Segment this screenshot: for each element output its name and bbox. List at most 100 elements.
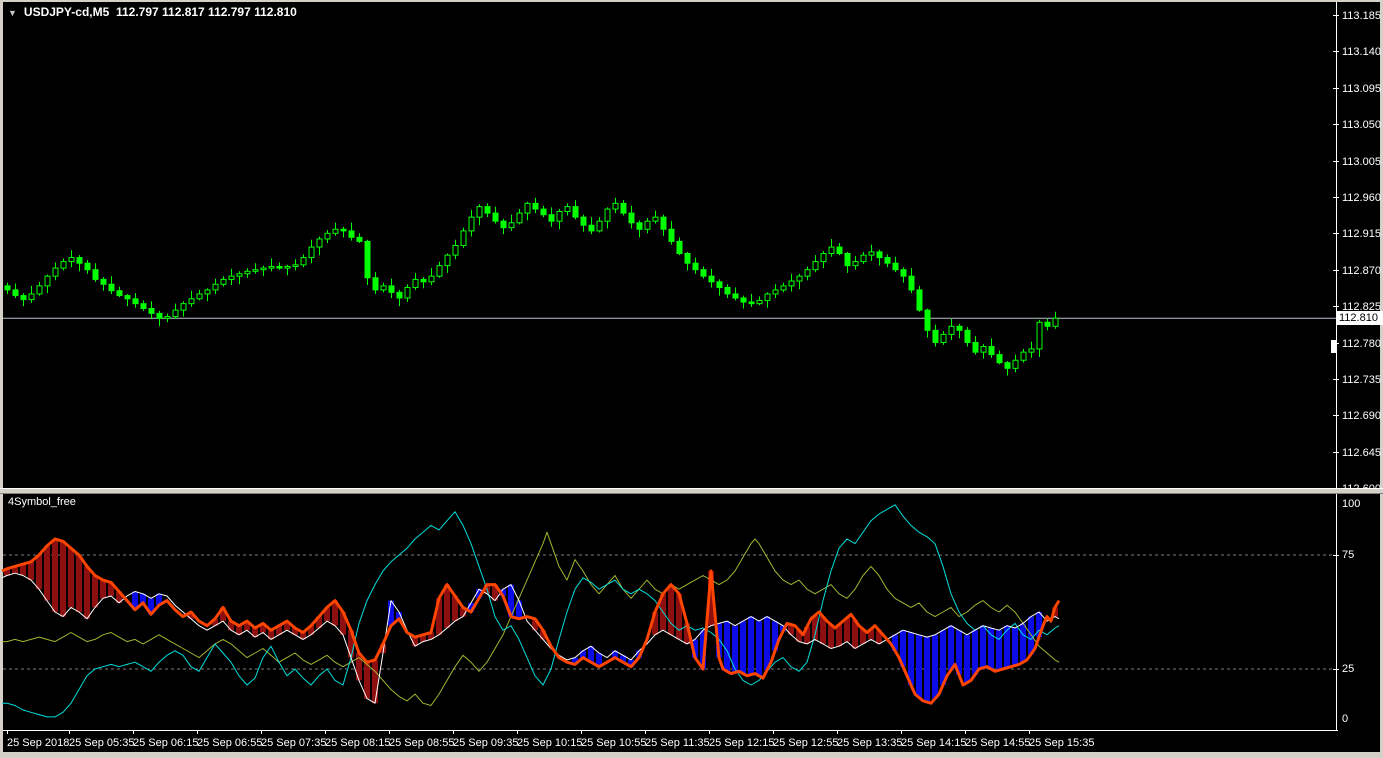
candle-body [285,266,290,268]
candle-body [557,211,562,221]
indicator-axis-label: 25 [1342,663,1354,675]
chart-canvas[interactable]: 113.185113.140113.095113.050113.005112.9… [0,0,1383,758]
indicator-line-cyan [2,505,1059,717]
candle-body [1013,360,1018,368]
indicator-fill-down [36,555,42,589]
indicator-fill-up [740,621,746,673]
candle-body [229,276,234,279]
candle-body [21,296,26,300]
indicator-fill-down [52,539,58,612]
price-axis-label: 112.870 [1342,265,1381,277]
time-axis-label: 25 Sep 12:55 [773,737,838,749]
candle-body [469,217,474,231]
panel-separator[interactable] [0,488,1383,494]
price-axis-label: 112.960 [1342,192,1381,204]
candle-body [629,213,634,223]
chart-window: 113.185113.140113.095113.050113.005112.9… [0,0,1383,758]
time-axis-label: 25 Sep 08:55 [389,737,454,749]
candle-body [765,294,770,300]
candle-body [357,237,362,241]
candle-body [101,279,106,284]
candle-body [197,294,202,299]
candle-body [597,221,602,231]
candle-body [989,347,994,355]
candle-body [453,245,458,255]
candle-body [829,247,834,253]
time-axis-label: 25 Sep 07:35 [261,737,326,749]
candle-body [1053,318,1058,326]
candle-body [733,294,738,298]
candle-body [581,217,586,225]
time-axis-label: 25 Sep 14:55 [965,737,1030,749]
candle-body [941,334,946,342]
candle-body [261,268,266,270]
candle-body [981,347,986,353]
candle-body [5,286,10,290]
time-axis-label: 25 Sep 06:55 [197,737,262,749]
candle-body [317,239,322,247]
candle-body [133,299,138,304]
candle-body [173,310,178,316]
candle-body [1045,322,1050,326]
candle-body [669,229,674,241]
candle-body [997,355,1002,363]
candle-body [853,262,858,266]
indicator-fill-down [100,580,106,598]
candle-body [781,286,786,290]
indicator-fill-up [916,635,922,698]
indicator-line-red [2,539,1059,703]
current-price-badge: 112.810 [1337,311,1383,325]
candle-body [477,207,482,218]
candle-body [709,276,714,282]
chart-ohlc-values: 112.797 112.817 112.797 112.810 [116,5,297,19]
candle-body [861,255,866,261]
candle-body [269,266,274,268]
indicator-fill-up [964,635,970,683]
candle-body [677,241,682,253]
window-bottom-border [0,752,1383,758]
candle-body [789,281,794,286]
candle-body [533,203,538,209]
candle-body [461,231,466,246]
price-axis-label: 113.185 [1342,10,1381,22]
candle-body [541,209,546,215]
candle-body [117,291,122,296]
chart-dropdown-icon[interactable]: ▼ [8,8,17,18]
candle-body [213,284,218,290]
candle-body [61,262,66,268]
axis-scroll-marker[interactable] [1331,340,1336,353]
indicator-fill-down [68,548,74,607]
candle-body [493,213,498,221]
candle-body [157,313,162,318]
price-axis-label: 112.690 [1342,410,1381,422]
candle-body [757,300,762,303]
price-axis-label: 112.780 [1342,338,1381,350]
indicator-fill-up [748,617,754,675]
candle-body [293,265,298,267]
candle-body [933,330,938,342]
candle-body [565,207,570,212]
candle-body [701,270,706,276]
candle-body [93,270,98,280]
indicator-fill-down [28,562,34,580]
candle-body [645,221,650,229]
indicator-fill-up [980,626,986,668]
indicator-fill-up [764,617,770,671]
candle-body [421,279,426,281]
candle-body [909,276,914,290]
time-axis-label: 25 Sep 2018 [7,737,69,749]
candle-body [653,217,658,221]
candle-body [525,203,530,213]
candle-body [205,290,210,294]
candle-body [661,217,666,229]
candle-body [85,263,90,269]
candle-body [365,241,370,277]
candle-body [693,263,698,269]
chart-title: ▼USDJPY-cd,M5 112.797 112.817 112.797 11… [8,5,297,19]
candle-body [29,294,34,300]
candle-body [845,254,850,266]
candle-body [973,342,978,352]
candle-body [741,298,746,302]
candle-body [1029,349,1034,352]
candle-body [165,317,170,319]
